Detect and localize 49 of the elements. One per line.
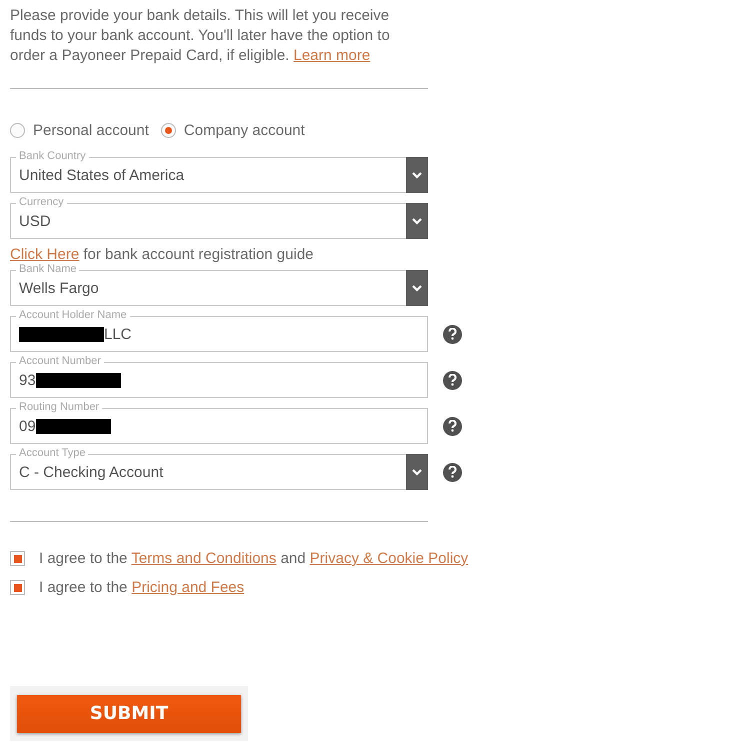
agreement-text: I agree to the Pricing and Fees: [39, 579, 244, 596]
radio-label[interactable]: Company account: [184, 122, 305, 139]
chevron-down-icon: [412, 468, 422, 476]
field-value: LLC: [104, 326, 132, 342]
dropdown-button[interactable]: [406, 203, 428, 239]
dropdown-button[interactable]: [406, 270, 428, 306]
field-label: Account Type: [16, 447, 88, 459]
radio-button[interactable]: [10, 123, 25, 138]
agreement-text: I agree to the Terms and Conditions and Privacy & Cookie Policy: [39, 550, 468, 567]
input-field[interactable]: Account Number 93: [10, 355, 428, 398]
dropdown-button[interactable]: [406, 454, 428, 490]
input-field[interactable]: Account Holder Name LLC: [10, 309, 428, 352]
field-label: Account Holder Name: [16, 309, 130, 321]
select-field[interactable]: Bank Name Wells Fargo: [10, 263, 428, 306]
select-field[interactable]: Currency USD: [10, 196, 428, 239]
field-value: USD: [19, 212, 51, 230]
field-value: C - Checking Account: [19, 464, 164, 480]
radio-button[interactable]: [160, 123, 176, 138]
help-icon[interactable]: [443, 462, 462, 482]
input-field[interactable]: Routing Number 09: [10, 401, 428, 444]
policy-link[interactable]: Privacy & Cookie Policy: [310, 550, 468, 567]
learn-more-link[interactable]: Learn more: [294, 47, 370, 64]
field-value: 09: [19, 418, 36, 434]
field-label: Routing Number: [16, 401, 102, 413]
chevron-down-icon: [412, 218, 422, 224]
chevron-down-icon: [412, 284, 422, 292]
help-icon[interactable]: [443, 324, 462, 344]
submit-button[interactable]: SUBMIT: [17, 694, 241, 732]
click-here-link[interactable]: Click Here: [10, 246, 80, 263]
field-label: Bank Country: [16, 150, 89, 162]
select-field[interactable]: Account Type C - Checking Account: [10, 447, 428, 490]
field-label: Account Number: [16, 355, 104, 367]
field-value: 93: [19, 372, 36, 388]
field-value: United States of America: [19, 166, 184, 184]
dropdown-button[interactable]: [406, 157, 428, 193]
guide-text: Click Here for bank account registration guide: [10, 246, 315, 263]
checkbox[interactable]: [10, 551, 25, 566]
policy-link[interactable]: Terms and Conditions: [131, 550, 276, 567]
radio-label[interactable]: Personal account: [33, 122, 149, 139]
field-label: Bank Name: [16, 263, 80, 275]
field-label: Currency: [16, 196, 67, 208]
intro-text: Please provide your bank details. This will let you receive funds to your bank account. You'll later have the option to order a Payoneer Prepaid Card, if eligible. Learn more: [10, 6, 391, 66]
policy-link[interactable]: Pricing and Fees: [132, 579, 244, 596]
select-field[interactable]: Bank Country United States of America: [10, 150, 428, 193]
help-icon[interactable]: [443, 416, 462, 436]
field-value: Wells Fargo: [19, 280, 99, 296]
checkbox[interactable]: [10, 580, 25, 595]
chevron-down-icon: [412, 172, 422, 178]
help-icon[interactable]: [443, 370, 462, 390]
